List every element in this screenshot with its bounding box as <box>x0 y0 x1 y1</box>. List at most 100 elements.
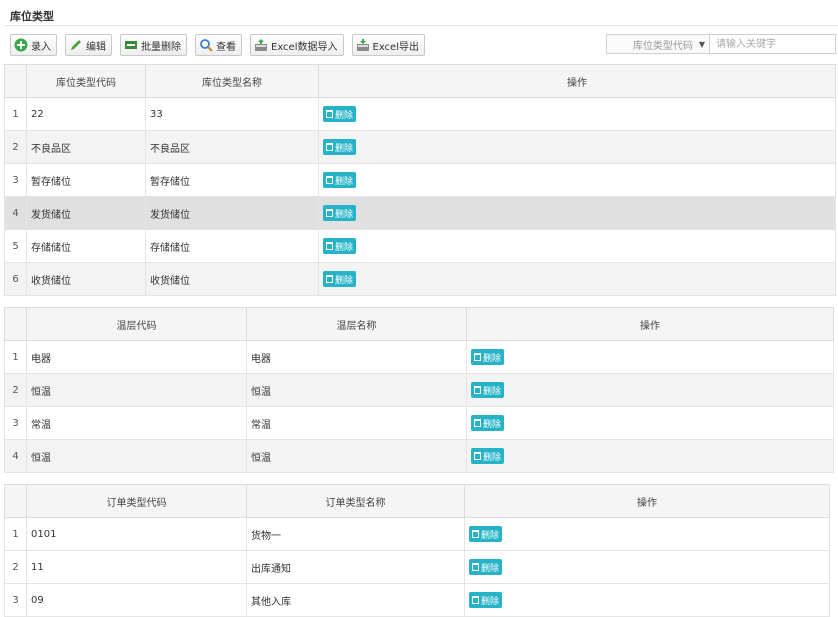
edit-button[interactable]: 编辑 <box>65 34 112 56</box>
delete-label: 删除 <box>335 176 354 187</box>
table-row[interactable]: 1 22 33 删除 <box>4 97 836 131</box>
title-divider <box>4 25 838 26</box>
trash-icon <box>474 386 481 394</box>
column-header[interactable]: 温层名称 <box>246 307 467 341</box>
view-button[interactable]: 查看 <box>195 34 242 56</box>
delete-button[interactable]: 删除 <box>323 205 357 221</box>
search-field-value: 库位类型代码 <box>632 40 693 52</box>
row-number: 2 <box>4 550 27 584</box>
table-header-row: 温层代码 温层名称 操作 <box>4 307 834 341</box>
add-button[interactable]: 录入 <box>10 34 57 56</box>
name-cell: 电器 <box>246 340 467 374</box>
row-number: 1 <box>4 97 27 131</box>
delete-label: 删除 <box>481 596 500 607</box>
name-cell: 暂存储位 <box>145 163 319 197</box>
table-row[interactable]: 6 收货储位 收货储位 删除 <box>4 262 836 296</box>
search-field-select[interactable]: 库位类型代码 ▼ <box>606 34 710 54</box>
name-cell: 发货储位 <box>145 196 319 230</box>
delete-button[interactable]: 删除 <box>471 349 505 365</box>
panel-title: 库位类型 <box>10 10 54 23</box>
delete-button[interactable]: 删除 <box>471 382 505 398</box>
trash-icon <box>326 143 333 151</box>
row-number: 3 <box>4 406 27 440</box>
delete-label: 删除 <box>335 143 354 154</box>
trash-icon <box>472 596 479 604</box>
column-header[interactable]: 订单类型代码 <box>26 484 247 518</box>
table-row[interactable]: 2 恒温 恒温 删除 <box>4 373 834 407</box>
column-header: 操作 <box>318 64 836 98</box>
excel-import-button[interactable]: Excel数据导入 <box>250 34 344 56</box>
row-number: 2 <box>4 130 27 164</box>
search-bar: 库位类型代码 ▼ <box>606 34 836 54</box>
add-button-label: 录入 <box>31 41 51 53</box>
delete-button[interactable]: 删除 <box>471 415 505 431</box>
table-row[interactable]: 3 09 其他入库 删除 <box>4 583 830 617</box>
trash-icon <box>474 419 481 427</box>
delete-button[interactable]: 删除 <box>469 526 503 542</box>
column-header[interactable]: 订单类型名称 <box>246 484 465 518</box>
temperature-layer-table: 温层代码 温层名称 操作 1 电器 电器 删除 2 恒温 恒温 删除 3 常温 … <box>4 307 834 473</box>
table-row[interactable]: 5 存储储位 存储储位 删除 <box>4 229 836 263</box>
row-number: 3 <box>4 163 27 197</box>
code-cell: 恒温 <box>26 373 247 407</box>
code-cell: 暂存储位 <box>26 163 146 197</box>
delete-label: 删除 <box>481 563 500 574</box>
table-row[interactable]: 3 暂存储位 暂存储位 删除 <box>4 163 836 197</box>
table-row[interactable]: 2 不良品区 不良品区 删除 <box>4 130 836 164</box>
delete-label: 删除 <box>483 419 502 430</box>
table-row[interactable]: 2 11 出库通知 删除 <box>4 550 830 584</box>
action-cell: 删除 <box>464 517 830 551</box>
code-cell: 电器 <box>26 340 247 374</box>
table-row[interactable]: 1 0101 货物一 删除 <box>4 517 830 551</box>
name-cell: 出库通知 <box>246 550 465 584</box>
action-cell: 删除 <box>318 130 836 164</box>
name-cell: 不良品区 <box>145 130 319 164</box>
delete-button[interactable]: 删除 <box>323 106 357 122</box>
view-button-label: 查看 <box>216 41 236 53</box>
code-cell: 恒温 <box>26 439 247 473</box>
name-cell: 恒温 <box>246 373 467 407</box>
code-cell: 常温 <box>26 406 247 440</box>
action-cell: 删除 <box>464 583 830 617</box>
column-header[interactable]: 库位类型代码 <box>26 64 146 98</box>
code-cell: 存储储位 <box>26 229 146 263</box>
excel-import-icon <box>254 38 268 52</box>
delete-button[interactable]: 删除 <box>469 559 503 575</box>
delete-button[interactable]: 删除 <box>323 238 357 254</box>
delete-label: 删除 <box>483 452 502 463</box>
row-number: 1 <box>4 340 27 374</box>
name-cell: 常温 <box>246 406 467 440</box>
delete-button[interactable]: 删除 <box>471 448 505 464</box>
delete-button[interactable]: 删除 <box>469 592 503 608</box>
delete-label: 删除 <box>335 242 354 253</box>
batch-delete-button[interactable]: 批量删除 <box>120 34 187 56</box>
search-input[interactable] <box>710 34 836 54</box>
name-cell: 存储储位 <box>145 229 319 263</box>
pencil-icon <box>69 38 83 52</box>
row-number: 5 <box>4 229 27 263</box>
column-header[interactable]: 温层代码 <box>26 307 247 341</box>
table-row[interactable]: 1 电器 电器 删除 <box>4 340 834 374</box>
name-cell: 33 <box>145 97 319 131</box>
row-number-header <box>4 64 27 98</box>
table-row[interactable]: 4 发货储位 发货储位 删除 <box>4 196 836 230</box>
table-row[interactable]: 3 常温 常温 删除 <box>4 406 834 440</box>
column-header[interactable]: 库位类型名称 <box>145 64 319 98</box>
batch-delete-button-label: 批量删除 <box>141 41 181 53</box>
delete-button[interactable]: 删除 <box>323 139 357 155</box>
action-cell: 删除 <box>318 262 836 296</box>
code-cell: 11 <box>26 550 247 584</box>
code-cell: 09 <box>26 583 247 617</box>
action-cell: 删除 <box>318 163 836 197</box>
excel-export-button[interactable]: Excel导出 <box>351 34 425 56</box>
delete-button[interactable]: 删除 <box>323 271 357 287</box>
action-cell: 删除 <box>466 439 834 473</box>
batch-delete-icon <box>124 38 138 52</box>
delete-button[interactable]: 删除 <box>323 172 357 188</box>
table-row[interactable]: 4 恒温 恒温 删除 <box>4 439 834 473</box>
column-header: 操作 <box>464 484 830 518</box>
action-cell: 删除 <box>318 97 836 131</box>
name-cell: 货物一 <box>246 517 465 551</box>
row-number: 4 <box>4 439 27 473</box>
row-number-header <box>4 307 27 341</box>
